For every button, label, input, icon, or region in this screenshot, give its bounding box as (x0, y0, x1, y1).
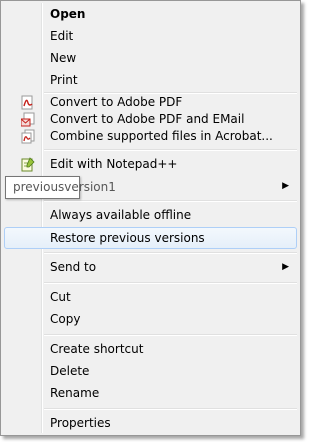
acrobat-combine-icon (21, 129, 35, 144)
menu-item-copy-label: Copy (50, 312, 81, 326)
menu-item-delete[interactable]: Delete (4, 361, 297, 382)
adobe-pdf-icon (21, 95, 35, 110)
menu-item-restore-versions-label: Restore previous versions (50, 231, 205, 245)
menu-item-restore-versions[interactable]: Restore previous versions (4, 227, 297, 249)
menu-item-edit[interactable]: Edit (4, 26, 297, 47)
menu-separator (44, 252, 297, 254)
menu-item-edit-notepad[interactable]: Edit with Notepad++ (4, 154, 297, 175)
menu-item-create-shortcut[interactable]: Create shortcut (4, 339, 297, 360)
menu-separator (44, 408, 297, 410)
menu-item-print[interactable]: Print (4, 70, 297, 91)
submenu-arrow-icon: ▶ (282, 181, 289, 191)
menu-item-properties[interactable]: Properties (4, 413, 297, 434)
menu-item-combine-acrobat[interactable]: Combine supported files in Acrobat... (4, 126, 297, 147)
menu-item-new[interactable]: New (4, 48, 297, 69)
menu-item-cut[interactable]: Cut (4, 287, 297, 308)
menu-item-new-label: New (50, 51, 77, 65)
menu-item-open-label: Open (50, 7, 86, 21)
menu-item-combine-acrobat-label: Combine supported files in Acrobat... (50, 129, 273, 143)
menu-item-print-label: Print (50, 73, 78, 87)
menu-item-edit-label: Edit (50, 29, 74, 43)
menu-item-edit-notepad-label: Edit with Notepad++ (50, 157, 178, 171)
context-menu: Open Edit New Print Convert to Adobe PDF… (0, 0, 301, 436)
menu-item-open[interactable]: Open (4, 4, 297, 25)
menu-item-create-shortcut-label: Create shortcut (50, 342, 144, 356)
menu-item-send-to-label: Send to (50, 260, 97, 274)
adobe-pdf-email-icon (20, 112, 35, 127)
menu-item-rename-label: Rename (50, 386, 100, 400)
menu-item-cut-label: Cut (50, 290, 71, 304)
submenu-arrow-icon: ▶ (282, 262, 289, 272)
tooltip-text: previousversion1 (13, 180, 116, 194)
tooltip: previousversion1 (5, 176, 116, 199)
menu-item-delete-label: Delete (50, 364, 90, 378)
menu-item-always-offline[interactable]: Always available offline (4, 205, 297, 226)
menu-item-properties-label: Properties (50, 416, 111, 430)
menu-item-rename[interactable]: Rename (4, 383, 297, 404)
menu-item-copy[interactable]: Copy (4, 309, 297, 330)
menu-separator (44, 282, 297, 284)
menu-separator (44, 334, 297, 336)
menu-item-send-to[interactable]: Send to ▶ (4, 257, 297, 278)
notepad-plus-plus-icon (21, 157, 35, 172)
menu-separator (44, 149, 297, 151)
menu-separator (44, 200, 297, 202)
menu-item-always-offline-label: Always available offline (50, 208, 192, 222)
